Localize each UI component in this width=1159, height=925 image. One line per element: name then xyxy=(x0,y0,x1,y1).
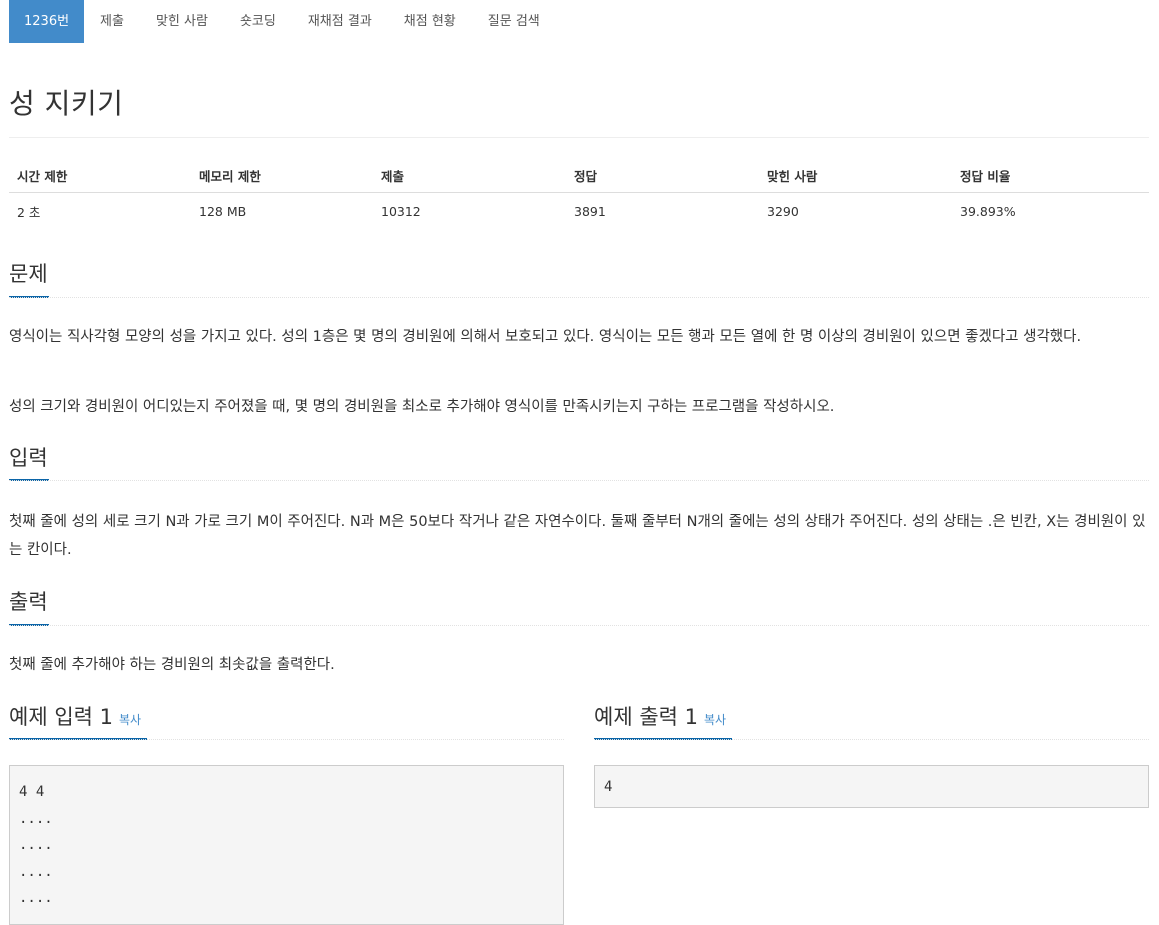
info-value: 2 초 xyxy=(17,204,41,220)
info-value: 3891 xyxy=(574,203,606,219)
tab-submit[interactable]: 제출 xyxy=(84,0,140,43)
info-header: 제출 xyxy=(373,158,566,193)
tab-status[interactable]: 채점 현황 xyxy=(388,0,472,43)
info-value: 3290 xyxy=(767,203,799,219)
problem-section-title: 문제 xyxy=(9,262,48,286)
section-divider xyxy=(9,480,1149,481)
tab-question-search[interactable]: 질문 검색 xyxy=(472,0,556,43)
output-section-title: 출력 xyxy=(9,590,48,614)
problem-description: 성의 크기와 경비원이 어디있는지 주어졌을 때, 몇 명의 경비원을 최소로 … xyxy=(9,399,835,415)
info-header-row: 시간 제한 메모리 제한 제출 정답 맞힌 사람 정답 비율 xyxy=(9,158,1149,193)
info-header: 메모리 제한 xyxy=(191,158,373,193)
problem-info-table: 시간 제한 메모리 제한 제출 정답 맞힌 사람 정답 비율 2 초 128 M… xyxy=(9,158,1149,229)
info-header: 정답 비율 xyxy=(952,158,1149,193)
sample-output-title: 예제 출력 1 복사 xyxy=(594,704,1149,733)
info-header: 시간 제한 xyxy=(9,158,191,193)
sample-input-box[interactable]: 4 4 .... .... .... .... xyxy=(9,765,564,925)
info-header: 정답 xyxy=(566,158,759,193)
sample-output-box[interactable]: 4 xyxy=(594,765,1149,808)
sample-input-title-text: 예제 입력 1 xyxy=(9,705,113,729)
info-value: 128 MB xyxy=(199,203,247,219)
output-description: 첫째 줄에 추가해야 하는 경비원의 최솟값을 출력한다. xyxy=(9,657,335,673)
copy-output-button[interactable]: 복사 xyxy=(704,713,726,727)
section-divider xyxy=(9,297,1149,298)
sample-input-title: 예제 입력 1 복사 xyxy=(9,704,569,733)
info-value-row: 2 초 128 MB 10312 3891 3290 39.893% xyxy=(9,193,1149,230)
section-divider xyxy=(9,739,564,740)
input-description: 첫째 줄에 성의 세로 크기 N과 가로 크기 M이 주어진다. N과 M은 5… xyxy=(9,514,1146,558)
tab-problem[interactable]: 1236번 xyxy=(9,0,85,43)
tab-short-coding[interactable]: 숏코딩 xyxy=(224,0,292,43)
info-value: 39.893% xyxy=(960,203,1016,219)
title-divider xyxy=(9,137,1149,138)
sample-output-title-text: 예제 출력 1 xyxy=(594,705,698,729)
info-header: 맞힌 사람 xyxy=(759,158,952,193)
section-divider xyxy=(9,625,1149,626)
problem-menu: 1236번 제출 맞힌 사람 숏코딩 재채점 결과 채점 현황 질문 검색 xyxy=(9,0,556,43)
section-divider xyxy=(594,739,1149,740)
page-title: 성 지키기 xyxy=(9,87,124,120)
input-section-title: 입력 xyxy=(9,446,48,470)
info-value: 10312 xyxy=(381,203,421,219)
copy-input-button[interactable]: 복사 xyxy=(119,713,141,727)
problem-description: 영식이는 직사각형 모양의 성을 가지고 있다. 성의 1층은 몇 명의 경비원… xyxy=(9,329,1082,345)
tab-solved-users[interactable]: 맞힌 사람 xyxy=(140,0,224,43)
tab-rejudge-results[interactable]: 재채점 결과 xyxy=(292,0,388,43)
